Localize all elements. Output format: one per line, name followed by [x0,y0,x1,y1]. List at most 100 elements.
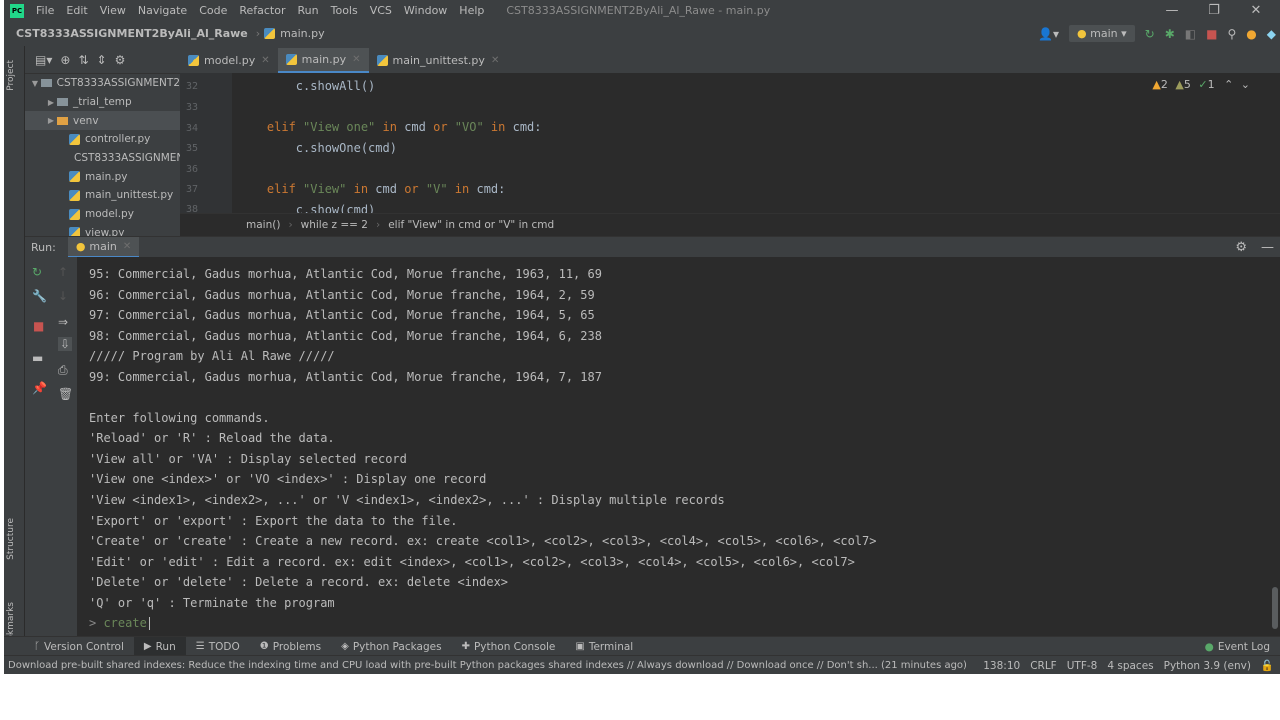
code-line[interactable]: c.showAll() [238,79,375,93]
file-encoding[interactable]: UTF-8 [1067,660,1098,672]
menu-navigate[interactable]: Navigate [132,4,193,17]
tab-todo[interactable]: ☰ TODO [186,637,250,656]
restore-icon[interactable]: ❐ [1194,0,1234,21]
menu-refactor[interactable]: Refactor [233,4,291,17]
debug-icon[interactable]: ✱ [1165,27,1175,41]
code-line[interactable]: elif "View" in cmd or "V" in cmd: [238,182,505,196]
breadcrumb-item[interactable]: main() [246,219,280,231]
run-tab-label: main [89,240,117,253]
project-tool-tab[interactable]: Project [6,60,16,91]
stop-icon[interactable]: ■ [33,319,44,333]
tree-item-venv[interactable]: ▶ venv [25,111,180,131]
wrench-icon[interactable]: 🔧 [32,289,47,303]
console-input[interactable]: create [103,616,146,630]
code-line[interactable]: elif "View one" in cmd or "VO" in cmd: [238,120,542,134]
close-tab-icon[interactable]: ✕ [352,54,360,65]
gear-icon[interactable]: ⚙ [115,53,126,67]
line-separator[interactable]: CRLF [1030,660,1057,672]
run-configuration-select[interactable]: ● main ▾ [1069,25,1135,42]
menu-edit[interactable]: Edit [60,4,93,17]
run-tab-main[interactable]: ● main ✕ [67,237,140,258]
lock-icon[interactable]: 🔓 [1261,659,1274,672]
project-view-icon[interactable]: ▤▾ [35,53,52,67]
tree-item-trial-temp[interactable]: ▶ _trial_temp [25,93,180,112]
tree-item-root[interactable]: ▼ CST8333ASSIGNMENT2 [25,74,180,93]
tab-version-control[interactable]: ᚴ Version Control [24,637,134,656]
tab-terminal[interactable]: ▣ Terminal [565,637,643,656]
tree-item-label: model.py [85,208,134,221]
menu-run[interactable]: Run [292,4,325,17]
user-icon[interactable]: 👤▾ [1038,27,1059,41]
tab-problems[interactable]: ❶ Problems [250,637,331,656]
soft-wrap-icon[interactable]: ⇒ [58,315,68,329]
breadcrumb-item[interactable]: elif "View" in cmd or "V" in cmd [388,219,554,231]
ide-window: PC File Edit View Navigate Code Refactor… [4,0,1280,674]
tab-main[interactable]: main.py ✕ [277,48,369,73]
code-text: cmd: [512,120,542,134]
menu-window[interactable]: Window [398,4,453,17]
gear-icon[interactable]: ⚙ [1235,240,1247,255]
breadcrumb-project[interactable]: CST8333ASSIGNMENT2ByAli_Al_Rawe [12,27,252,40]
caret-position[interactable]: 138:10 [983,660,1020,672]
close-tab-icon[interactable]: ✕ [123,241,131,252]
console-scrollbar[interactable] [1272,587,1278,629]
close-window-icon[interactable]: ✕ [1236,0,1276,21]
layout-icon[interactable]: ▬ [32,351,43,365]
typo-count: 1 [1207,78,1215,91]
indent-setting[interactable]: 4 spaces [1107,660,1153,672]
coverage-icon[interactable]: ◧ [1185,27,1196,41]
collapse-all-icon[interactable]: ⇕ [97,53,107,67]
tree-item-cst-file[interactable]: CST8333ASSIGNMENT [25,149,180,168]
structure-tool-tab[interactable]: Structure [6,518,16,560]
rerun-icon[interactable]: ↻ [1145,27,1155,41]
close-tab-icon[interactable]: ✕ [261,55,269,66]
code-keyword: elif [266,120,304,134]
minimize-icon[interactable]: — [1152,0,1192,21]
tree-item-view[interactable]: view.py [25,224,180,236]
arrow-down-icon[interactable]: ↓ [58,289,68,303]
menu-code[interactable]: Code [193,4,233,17]
breadcrumb-file[interactable]: main.py [280,27,328,40]
tab-python-packages[interactable]: ◈ Python Packages [331,637,451,656]
menu-file[interactable]: File [30,4,60,17]
tab-model[interactable]: model.py ✕ [180,48,278,73]
breadcrumb-item[interactable]: while z == 2 [301,219,368,231]
status-message[interactable]: Download pre-built shared indexes: Reduc… [8,660,967,671]
scroll-to-end-icon[interactable]: ⇩ [58,337,73,351]
tab-main-unittest[interactable]: main_unittest.py ✕ [369,48,508,73]
code-text: cmd [404,120,434,134]
inspection-indicators[interactable]: ▲2 ▲5 ✓1 ⌃ ⌄ [1152,78,1250,91]
tree-item-main[interactable]: main.py [25,167,180,186]
menu-vcs[interactable]: VCS [364,4,398,17]
update-icon[interactable]: ● [1246,27,1256,41]
tab-python-console[interactable]: ✚ Python Console [452,637,566,656]
pin-icon[interactable]: 📌 [32,381,47,395]
console-input-line[interactable]: > create [89,616,150,630]
tab-run[interactable]: ▶ Run [133,637,186,656]
event-log-button[interactable]: ● Event Log [1205,637,1270,656]
hide-panel-icon[interactable]: — [1261,240,1274,255]
console-output[interactable]: 95: Commercial, Gadus morhua, Atlantic C… [77,257,1280,636]
print-icon[interactable]: ⎙ [58,363,68,378]
code-line[interactable]: c.show(cmd) [238,203,375,213]
menu-help[interactable]: Help [453,4,490,17]
stop-icon[interactable]: ■ [1206,27,1217,41]
line-number: 37 [186,184,199,195]
chevron-down-icon[interactable]: ⌄ [1241,78,1250,91]
code-line[interactable]: c.showOne(cmd) [238,141,397,155]
trash-icon[interactable]: 🗑 [58,387,73,401]
tree-item-main-unittest[interactable]: main_unittest.py [25,186,180,205]
close-tab-icon[interactable]: ✕ [491,55,499,66]
menu-view[interactable]: View [94,4,132,17]
tree-item-controller[interactable]: controller.py [25,130,180,149]
menu-tools[interactable]: Tools [325,4,364,17]
arrow-up-icon[interactable]: ↑ [58,265,68,279]
rerun-icon[interactable]: ↻ [32,265,42,279]
python-interpreter[interactable]: Python 3.9 (env) [1164,660,1251,672]
expand-all-icon[interactable]: ⇅ [78,53,88,67]
locate-icon[interactable]: ⊕ [60,53,70,67]
chevron-up-icon[interactable]: ⌃ [1224,78,1233,91]
search-icon[interactable]: ⚲ [1227,27,1236,41]
line-gutter: 32 33 34 35 36 37 38 [180,73,232,215]
tree-item-model[interactable]: model.py [25,205,180,224]
